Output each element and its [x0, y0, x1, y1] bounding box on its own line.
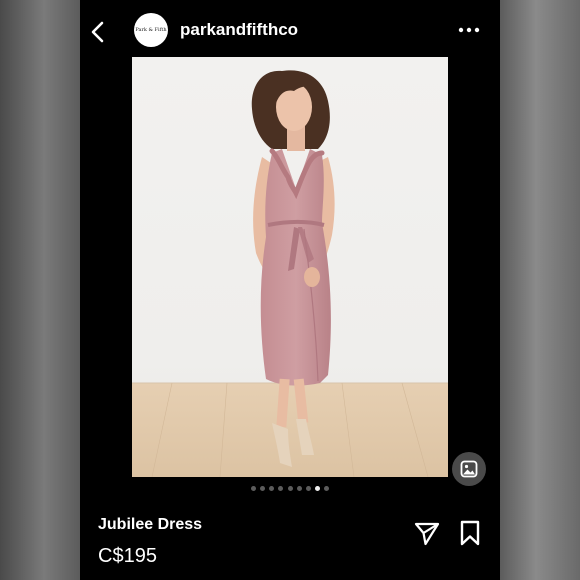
carousel-dot[interactable]	[315, 486, 321, 491]
model-in-dress-illustration	[132, 70, 448, 477]
image-icon	[460, 460, 478, 478]
product-price: C$195	[98, 545, 157, 567]
blurred-background-right	[500, 0, 580, 580]
avatar-text: Park & Fifth	[135, 27, 167, 33]
carousel-dot[interactable]	[296, 486, 302, 491]
chevron-left-icon[interactable]	[88, 19, 108, 45]
view-image-button[interactable]	[452, 452, 486, 486]
bookmark-icon[interactable]	[459, 520, 481, 546]
username[interactable]: parkandfifthco	[180, 20, 298, 40]
blurred-background-left	[0, 0, 80, 580]
send-icon[interactable]	[414, 520, 440, 546]
more-horizontal-icon[interactable]	[458, 24, 480, 36]
carousel-dot[interactable]	[305, 486, 311, 491]
post-view: Park & Fifth parkandfifthco Jubilee Dres…	[80, 0, 500, 580]
carousel-dot[interactable]	[250, 486, 256, 491]
carousel-dot[interactable]	[259, 486, 265, 491]
carousel-dot[interactable]	[278, 486, 284, 491]
post-header: Park & Fifth parkandfifthco	[80, 0, 500, 58]
avatar[interactable]: Park & Fifth	[134, 13, 168, 47]
carousel-dot[interactable]	[269, 486, 275, 491]
product-title: Jubilee Dress	[98, 516, 203, 533]
carousel-indicator	[80, 486, 500, 494]
carousel-dot[interactable]	[287, 486, 293, 491]
carousel-dot[interactable]	[324, 486, 330, 491]
product-photo[interactable]	[132, 57, 448, 477]
